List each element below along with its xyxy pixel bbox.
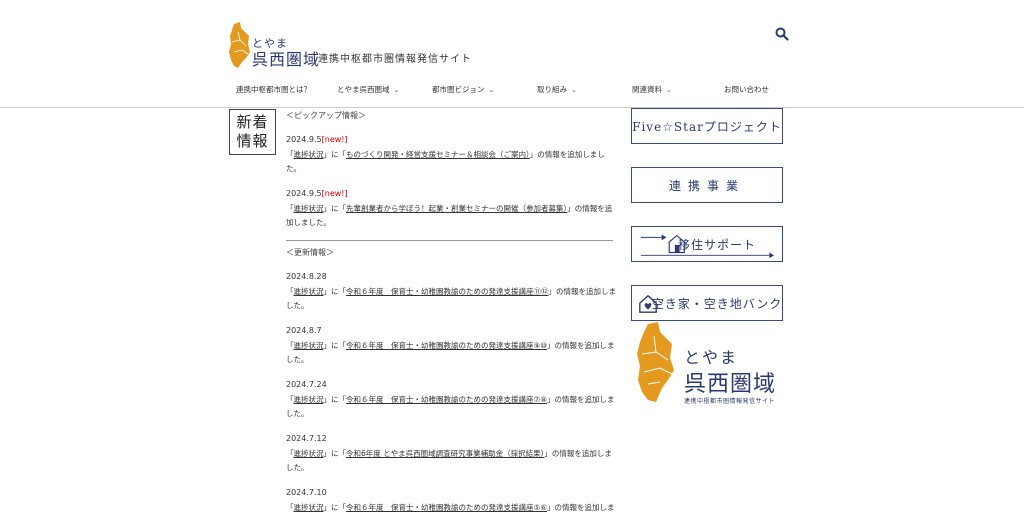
list-item: 2024.9.5[new!] 「進捗状況」に「ものづくり開発・経営支援セミナー＆…	[286, 134, 616, 176]
entry-date: 2024.7.24	[286, 380, 327, 389]
banner-label: 連携事業	[668, 178, 745, 193]
list-item: 2024.8.7 「進捗状況」に「令和６年度 保育士・幼稚園教諭のための発達支援…	[286, 325, 616, 367]
nav-item-about[interactable]: 連携中枢都市圏とは？	[236, 84, 315, 96]
search-icon	[775, 27, 789, 41]
nav-label: 連携中枢都市圏とは？	[236, 85, 311, 94]
progress-link[interactable]: 進捗状況	[294, 204, 324, 213]
entry-date: 2024.9.5	[286, 135, 322, 144]
main-nav: 連携中枢都市圏とは？ とやま呉西圏域 ⌄ 都市圏ビジョン ⌄ 取り組み ⌄ 関連資料 ⌄…	[236, 84, 796, 98]
progress-link[interactable]: 進捗状況	[294, 503, 324, 512]
house-heart-icon	[639, 294, 657, 313]
region-map-icon	[229, 22, 250, 68]
entry-date: 2024.8.28	[286, 272, 327, 281]
entry-text: 「進捗状況」に「令和６年度 保育士・幼稚園教諭のための発達支援講座⑪⑫」の情報を…	[286, 287, 616, 310]
nav-label: 取り組み	[537, 85, 567, 94]
section-divider	[286, 240, 613, 241]
new-badge: [new!]	[321, 135, 348, 144]
nav-item-initiatives[interactable]: 取り組み ⌄	[537, 84, 577, 96]
big-logo-big-text: 呉西圏域	[684, 372, 777, 397]
entry-date: 2024.7.12	[286, 434, 327, 443]
entry-text: 「進捗状況」に「先輩創業者から学ぼう！起業・創業セミナーの開催（参加者募集）」の…	[286, 204, 613, 227]
nav-item-region[interactable]: とやま呉西圏域 ⌄	[337, 84, 399, 96]
progress-link[interactable]: 進捗状況	[294, 449, 324, 458]
logo-big-text: 呉西圏域	[252, 50, 321, 69]
entry-text: 「進捗状況」に「令和６年度 保育士・幼稚園教諭のための発達支援講座⑨⑩」の情報を…	[286, 341, 615, 364]
nav-item-contact[interactable]: お問い合わせ	[724, 84, 773, 96]
logo-small-text: とやま	[252, 37, 288, 50]
entry-text: 「進捗状況」に「令和６年度 保育士・幼稚園教諭のための発達支援講座⑤⑥」の情報を…	[286, 503, 615, 512]
house-arrow-icon	[640, 234, 775, 259]
article-link[interactable]: 令和６年度 保育士・幼稚園教諭のための発達支援講座⑦⑧	[346, 395, 547, 404]
entry-text: 「進捗状況」に「ものづくり開発・経営支援セミナー＆相談会（ご案内）」の情報を追加…	[286, 150, 605, 173]
article-link[interactable]: ものづくり開発・経営支援セミナー＆相談会（ご案内）	[346, 150, 530, 159]
article-link[interactable]: 令和６年度 保育士・幼稚園教諭のための発達支援講座⑤⑥	[346, 503, 547, 512]
list-item: 2024.7.12 「進捗状況」に「令和6年度 とやま呉西圏域調査研究事業補助金…	[286, 433, 616, 475]
progress-link[interactable]: 進捗状況	[294, 287, 324, 296]
nav-label: とやま呉西圏域	[337, 85, 390, 94]
news-column: ＜ピックアップ情報＞ 2024.9.5[new!] 「進捗状況」に「ものづくり開…	[286, 108, 616, 513]
article-link[interactable]: 先輩創業者から学ぼう！起業・創業セミナーの開催（参加者募集）	[346, 204, 567, 213]
banner-label: Five☆Starプロジェクト	[632, 119, 782, 134]
chevron-down-icon: ⌄	[393, 86, 400, 94]
updates-heading: ＜更新情報＞	[286, 248, 334, 257]
five-star-project-button[interactable]: Five☆Starプロジェクト	[631, 108, 783, 144]
sidebar-banners: Five☆Starプロジェクト 連携事業 移住サポート 空き家・空き地バンク	[631, 108, 783, 321]
news-label: 新着 情報	[229, 109, 276, 155]
pickup-heading: ＜ピックアップ情報＞	[286, 111, 366, 120]
nav-label: 都市圏ビジョン	[432, 85, 485, 94]
banner-label: 空き家・空き地バンク	[651, 296, 783, 311]
progress-link[interactable]: 進捗状況	[294, 341, 324, 350]
site-subtitle: 連携中枢都市圏情報発信サイト	[318, 54, 472, 65]
search-button[interactable]	[775, 26, 789, 41]
progress-link[interactable]: 進捗状況	[294, 395, 324, 404]
news-label-line2: 情報	[236, 132, 269, 150]
entry-text: 「進捗状況」に「令和６年度 保育士・幼稚園教諭のための発達支援講座⑦⑧」の情報を…	[286, 395, 615, 418]
list-item: 2024.8.28 「進捗状況」に「令和６年度 保育士・幼稚園教諭のための発達支…	[286, 271, 616, 313]
progress-link[interactable]: 進捗状況	[294, 150, 324, 159]
nav-label: 関連資料	[632, 85, 662, 94]
article-link[interactable]: 令和６年度 保育士・幼稚園教諭のための発達支援講座⑨⑩	[346, 341, 547, 350]
region-logo-banner[interactable]: とやま 呉西圏域 連携中枢都市圏情報発信サイト	[634, 322, 794, 408]
list-item: 2024.7.24 「進捗状況」に「令和６年度 保育士・幼稚園教諭のための発達支…	[286, 379, 616, 421]
site-header: とやま 呉西圏域 連携中枢都市圏情報発信サイト 連携中枢都市圏とは？ とやま呉西…	[0, 0, 1024, 108]
nav-item-vision[interactable]: 都市圏ビジョン ⌄	[432, 84, 494, 96]
nav-label: お問い合わせ	[724, 85, 769, 94]
big-logo-small-text: とやま	[684, 348, 739, 367]
chevron-down-icon: ⌄	[488, 86, 495, 94]
list-item: 2024.7.10 「進捗状況」に「令和６年度 保育士・幼稚園教諭のための発達支…	[286, 487, 616, 513]
entry-date: 2024.8.7	[286, 326, 322, 335]
vacant-house-bank-button[interactable]: 空き家・空き地バンク	[631, 285, 783, 321]
article-link[interactable]: 令和6年度 とやま呉西圏域調査研究事業補助金（採択結果）	[346, 449, 544, 458]
nav-item-documents[interactable]: 関連資料 ⌄	[632, 84, 672, 96]
chevron-down-icon: ⌄	[666, 86, 672, 94]
relocation-support-button[interactable]: 移住サポート	[631, 226, 783, 262]
list-item: 2024.9.5[new!] 「進捗状況」に「先輩創業者から学ぼう！起業・創業セ…	[286, 188, 616, 230]
chevron-down-icon: ⌄	[571, 86, 577, 94]
entry-date: 2024.9.5	[286, 189, 322, 198]
entry-date: 2024.7.10	[286, 488, 327, 497]
region-map-icon	[637, 322, 674, 402]
entry-text: 「進捗状況」に「令和6年度 とやま呉西圏域調査研究事業補助金（採択結果）」の情報…	[286, 449, 612, 472]
big-logo-subtitle: 連携中枢都市圏情報発信サイト	[684, 398, 776, 405]
article-link[interactable]: 令和６年度 保育士・幼稚園教諭のための発達支援講座⑪⑫	[346, 287, 549, 296]
new-badge: [new!]	[321, 189, 348, 198]
partnership-projects-button[interactable]: 連携事業	[631, 167, 783, 203]
news-label-line1: 新着	[236, 113, 269, 131]
